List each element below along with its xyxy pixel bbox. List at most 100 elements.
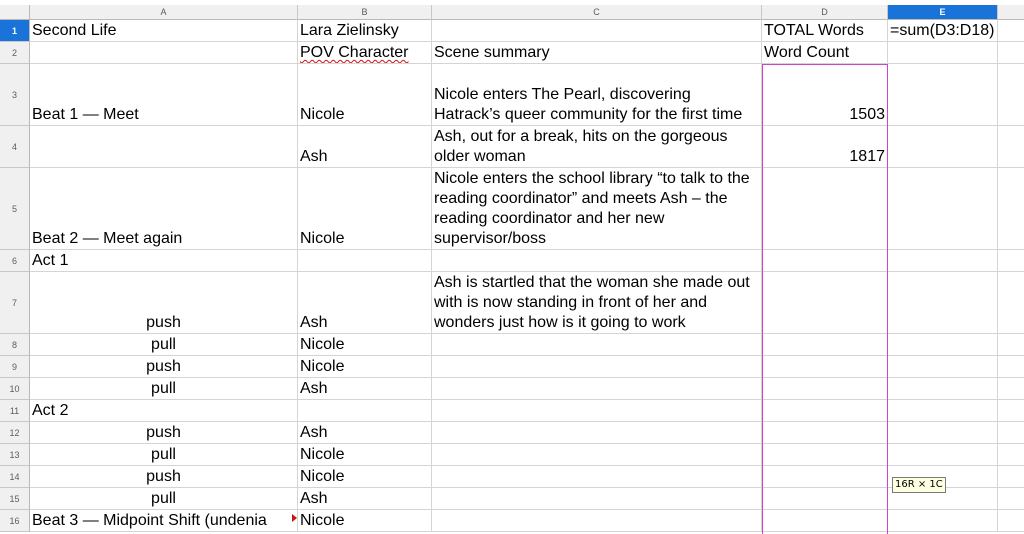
cell-e7[interactable] bbox=[888, 272, 998, 334]
cell-d5[interactable] bbox=[762, 168, 888, 250]
cell-f4[interactable] bbox=[998, 126, 1024, 168]
cell-a13[interactable]: pull bbox=[30, 444, 298, 466]
cell-b3[interactable]: Nicole bbox=[298, 64, 432, 126]
cell-b8[interactable]: Nicole bbox=[298, 334, 432, 356]
cell-a16[interactable]: Beat 3 — Midpoint Shift (undenia bbox=[30, 510, 298, 532]
cell-e10[interactable] bbox=[888, 378, 998, 400]
cell-b4[interactable]: Ash bbox=[298, 126, 432, 168]
cell-a12[interactable]: push bbox=[30, 422, 298, 444]
cell-b7[interactable]: Ash bbox=[298, 272, 432, 334]
cell-e12[interactable] bbox=[888, 422, 998, 444]
cell-c12[interactable] bbox=[432, 422, 762, 444]
cell-b11[interactable] bbox=[298, 400, 432, 422]
cell-d6[interactable] bbox=[762, 250, 888, 272]
select-all-corner[interactable] bbox=[0, 5, 30, 20]
cell-b14[interactable]: Nicole bbox=[298, 466, 432, 488]
cell-c7[interactable]: Ash is startled that the woman she made … bbox=[432, 272, 762, 334]
column-header-b[interactable]: B bbox=[298, 5, 432, 20]
cell-c3[interactable]: Nicole enters The Pearl, discovering Hat… bbox=[432, 64, 762, 126]
cell-c8[interactable] bbox=[432, 334, 762, 356]
cell-a7[interactable]: push bbox=[30, 272, 298, 334]
cell-a3[interactable]: Beat 1 — Meet bbox=[30, 64, 298, 126]
row-header-12[interactable]: 12 bbox=[0, 422, 30, 444]
cell-f10[interactable] bbox=[998, 378, 1024, 400]
cell-d11[interactable] bbox=[762, 400, 888, 422]
cell-f3[interactable] bbox=[998, 64, 1024, 126]
cell-f7[interactable] bbox=[998, 272, 1024, 334]
cell-e3[interactable] bbox=[888, 64, 998, 126]
cell-d16[interactable] bbox=[762, 510, 888, 532]
cell-f14[interactable] bbox=[998, 466, 1024, 488]
cell-d8[interactable] bbox=[762, 334, 888, 356]
cell-a5[interactable]: Beat 2 — Meet again bbox=[30, 168, 298, 250]
cell-c2[interactable]: Scene summary bbox=[432, 42, 762, 64]
cell-f5[interactable] bbox=[998, 168, 1024, 250]
cell-d1[interactable]: TOTAL Words bbox=[762, 20, 888, 42]
row-header-9[interactable]: 9 bbox=[0, 356, 30, 378]
cell-a8[interactable]: pull bbox=[30, 334, 298, 356]
cell-c9[interactable] bbox=[432, 356, 762, 378]
cell-f11[interactable] bbox=[998, 400, 1024, 422]
cell-f12[interactable] bbox=[998, 422, 1024, 444]
row-header-13[interactable]: 13 bbox=[0, 444, 30, 466]
cell-b2[interactable]: POV Character bbox=[298, 42, 432, 64]
cell-d4[interactable]: 1817 bbox=[762, 126, 888, 168]
row-header-15[interactable]: 15 bbox=[0, 488, 30, 510]
cell-e5[interactable] bbox=[888, 168, 998, 250]
cell-f8[interactable] bbox=[998, 334, 1024, 356]
cell-d2[interactable]: Word Count bbox=[762, 42, 888, 64]
row-header-14[interactable]: 14 bbox=[0, 466, 30, 488]
cell-b12[interactable]: Ash bbox=[298, 422, 432, 444]
cell-e8[interactable] bbox=[888, 334, 998, 356]
cell-b9[interactable]: Nicole bbox=[298, 356, 432, 378]
cell-b6[interactable] bbox=[298, 250, 432, 272]
cell-f15[interactable] bbox=[998, 488, 1024, 510]
column-header-f[interactable] bbox=[998, 5, 1024, 20]
cell-b5[interactable]: Nicole bbox=[298, 168, 432, 250]
cell-f2[interactable] bbox=[998, 42, 1024, 64]
cell-a9[interactable]: push bbox=[30, 356, 298, 378]
cell-c14[interactable] bbox=[432, 466, 762, 488]
cell-a15[interactable]: pull bbox=[30, 488, 298, 510]
column-header-d[interactable]: D bbox=[762, 5, 888, 20]
cell-d14[interactable] bbox=[762, 466, 888, 488]
cell-b10[interactable]: Ash bbox=[298, 378, 432, 400]
cell-c11[interactable] bbox=[432, 400, 762, 422]
row-header-4[interactable]: 4 bbox=[0, 126, 30, 168]
cell-f16[interactable] bbox=[998, 510, 1024, 532]
row-header-2[interactable]: 2 bbox=[0, 42, 30, 64]
cell-f6[interactable] bbox=[998, 250, 1024, 272]
cell-a6[interactable]: Act 1 bbox=[30, 250, 298, 272]
cell-e13[interactable] bbox=[888, 444, 998, 466]
cell-b13[interactable]: Nicole bbox=[298, 444, 432, 466]
column-header-e[interactable]: E bbox=[888, 5, 998, 20]
cell-d15[interactable] bbox=[762, 488, 888, 510]
cell-c5[interactable]: Nicole enters the school library “to tal… bbox=[432, 168, 762, 250]
row-header-1[interactable]: 1 bbox=[0, 20, 30, 42]
cell-a11[interactable]: Act 2 bbox=[30, 400, 298, 422]
cell-b1[interactable]: Lara Zielinsky bbox=[298, 20, 432, 42]
cell-c4[interactable]: Ash, out for a break, hits on the gorgeo… bbox=[432, 126, 762, 168]
cell-d10[interactable] bbox=[762, 378, 888, 400]
cell-e6[interactable] bbox=[888, 250, 998, 272]
row-header-16[interactable]: 16 bbox=[0, 510, 30, 532]
cell-a2[interactable] bbox=[30, 42, 298, 64]
row-header-6[interactable]: 6 bbox=[0, 250, 30, 272]
cell-e2[interactable] bbox=[888, 42, 998, 64]
cell-a10[interactable]: pull bbox=[30, 378, 298, 400]
cell-e11[interactable] bbox=[888, 400, 998, 422]
cell-b16[interactable]: Nicole bbox=[298, 510, 432, 532]
cell-b15[interactable]: Ash bbox=[298, 488, 432, 510]
cell-e1[interactable]: =sum(D3:D18) bbox=[888, 20, 998, 42]
cell-c6[interactable] bbox=[432, 250, 762, 272]
row-header-5[interactable]: 5 bbox=[0, 168, 30, 250]
row-header-11[interactable]: 11 bbox=[0, 400, 30, 422]
cell-e16[interactable] bbox=[888, 510, 998, 532]
cell-f13[interactable] bbox=[998, 444, 1024, 466]
cell-d3[interactable]: 1503 bbox=[762, 64, 888, 126]
cell-c13[interactable] bbox=[432, 444, 762, 466]
cell-d12[interactable] bbox=[762, 422, 888, 444]
cell-c10[interactable] bbox=[432, 378, 762, 400]
cell-c16[interactable] bbox=[432, 510, 762, 532]
cell-d13[interactable] bbox=[762, 444, 888, 466]
